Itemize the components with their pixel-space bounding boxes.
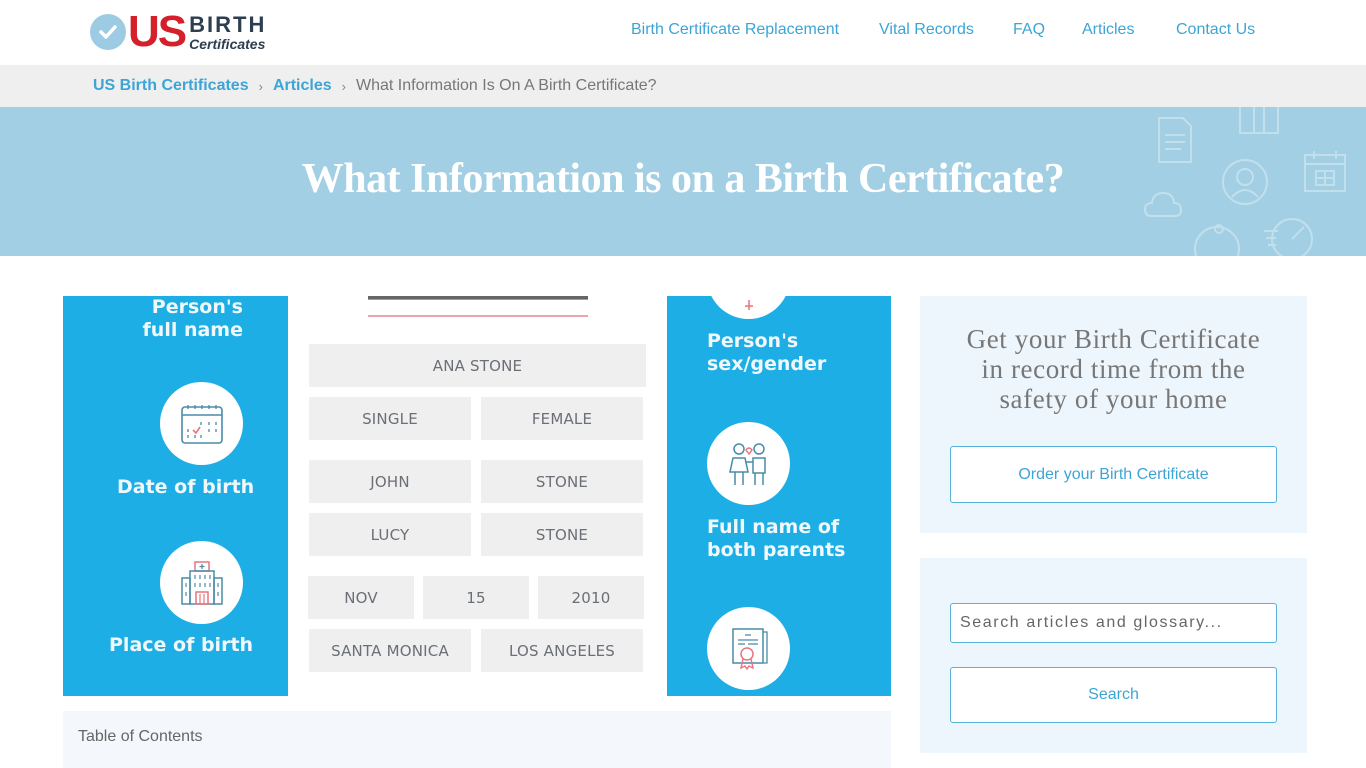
cta-text: Get your Birth Certificate in record time… bbox=[920, 324, 1307, 414]
logo-birth-text: BIRTH bbox=[189, 11, 267, 37]
search-input[interactable] bbox=[950, 603, 1277, 643]
logo-us-text: US bbox=[128, 7, 187, 56]
search-button[interactable]: Search bbox=[950, 667, 1277, 723]
label-parents-names: Full name of both parents bbox=[707, 516, 846, 561]
certificate-heading-underline bbox=[368, 315, 588, 317]
parents-icon bbox=[707, 422, 790, 505]
field-birth-month: NOV bbox=[308, 576, 414, 619]
nav-contact-us[interactable]: Contact Us bbox=[1176, 21, 1255, 39]
breadcrumb-current: What Information Is On A Birth Certifica… bbox=[355, 77, 657, 94]
toc-title: Table of Contents bbox=[78, 728, 203, 745]
nav-vital-records[interactable]: Vital Records bbox=[879, 21, 974, 39]
cta-text-line: in record time from the bbox=[981, 354, 1246, 384]
site-header: US BIRTH Certificates Birth Certificate … bbox=[0, 0, 1366, 65]
page-title: What Information is on a Birth Certifica… bbox=[301, 156, 1065, 202]
breadcrumb-separator: › bbox=[341, 78, 346, 94]
hospital-icon bbox=[160, 541, 243, 624]
nav-faq[interactable]: FAQ bbox=[1013, 21, 1045, 39]
checkmark-icon bbox=[90, 14, 126, 50]
certificate-heading bbox=[368, 296, 588, 300]
hero-banner: What Information is on a Birth Certifica… bbox=[0, 107, 1366, 256]
order-cta-card: Get your Birth Certificate in record time… bbox=[920, 296, 1307, 533]
field-father-last-name: STONE bbox=[481, 460, 643, 503]
site-logo[interactable]: US BIRTH Certificates bbox=[90, 10, 275, 54]
field-mother-last-name: STONE bbox=[481, 513, 643, 556]
field-mother-first-name: LUCY bbox=[309, 513, 471, 556]
field-birth-day: 15 bbox=[423, 576, 529, 619]
field-county: LOS ANGELES bbox=[481, 629, 643, 672]
order-birth-certificate-button[interactable]: Order your Birth Certificate bbox=[950, 446, 1277, 503]
book-icon bbox=[1239, 107, 1279, 134]
calendar-icon bbox=[160, 382, 243, 465]
field-full-name: ANA STONE bbox=[309, 344, 646, 387]
breadcrumb-separator: › bbox=[258, 78, 263, 94]
label-sex-gender: Person's sex/gender bbox=[707, 330, 827, 375]
field-birth-year: 2010 bbox=[538, 576, 644, 619]
cta-text-line: safety of your home bbox=[999, 384, 1228, 414]
globe-icon bbox=[1194, 224, 1240, 256]
nav-articles[interactable]: Articles bbox=[1082, 21, 1134, 39]
breadcrumb-articles[interactable]: Articles bbox=[273, 77, 332, 95]
stopwatch-icon bbox=[1264, 218, 1313, 256]
infographic-left-panel: Person's full name Date of birth Place o… bbox=[63, 296, 288, 696]
breadcrumb-home[interactable]: US Birth Certificates bbox=[93, 77, 249, 95]
field-marital-status: SINGLE bbox=[309, 397, 471, 440]
cta-text-line: Get your Birth Certificate bbox=[966, 324, 1261, 354]
infographic-image: Person's full name Date of birth Place o… bbox=[63, 296, 891, 696]
field-sex: FEMALE bbox=[481, 397, 643, 440]
logo-certificates-text: Certificates bbox=[189, 35, 266, 52]
label-place-of-birth: Place of birth bbox=[109, 634, 254, 656]
search-card: Search bbox=[920, 558, 1307, 753]
table-of-contents[interactable]: Table of Contents bbox=[63, 711, 891, 768]
field-city: SANTA MONICA bbox=[309, 629, 471, 672]
breadcrumb: US Birth Certificates › Articles › What … bbox=[0, 65, 1366, 107]
infographic-right-panel: Person's sex/gender Full name of both pa… bbox=[667, 296, 891, 696]
gender-icon bbox=[707, 296, 790, 319]
certificate-icon bbox=[707, 607, 790, 690]
field-father-first-name: JOHN bbox=[309, 460, 471, 503]
label-date-of-birth: Date of birth bbox=[117, 476, 255, 498]
label-full-name: Person's full name bbox=[142, 296, 243, 341]
nav-birth-certificate-replacement[interactable]: Birth Certificate Replacement bbox=[631, 21, 839, 39]
